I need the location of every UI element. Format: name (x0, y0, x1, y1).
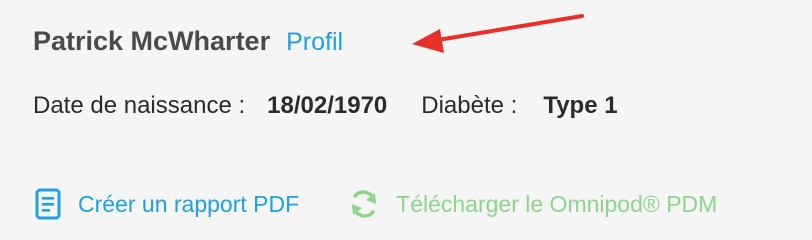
diabetes-label: Diabète : (421, 92, 518, 119)
profile-link[interactable]: Profil (286, 28, 343, 57)
create-pdf-report-label: Créer un rapport PDF (78, 190, 300, 217)
dob-value: 18/02/1970 (267, 92, 388, 119)
download-omnipod-pdm-button[interactable]: Télécharger le Omnipod® PDM (349, 188, 717, 220)
patient-name: Patrick McWharter (33, 26, 271, 56)
red-arrow-icon (412, 14, 584, 53)
patient-info: Date de naissance : 18/02/1970 Diabète :… (33, 92, 618, 120)
patient-header: Patrick McWharter Profil (33, 26, 343, 57)
dob-label: Date de naissance : (33, 92, 246, 119)
document-icon (35, 188, 61, 220)
download-omnipod-pdm-label: Télécharger le Omnipod® PDM (396, 190, 718, 217)
diabetes-value: Type 1 (543, 92, 618, 119)
actions-bar: Créer un rapport PDF Télécharger le Omni… (35, 188, 717, 220)
create-pdf-report-button[interactable]: Créer un rapport PDF (35, 188, 299, 220)
sync-icon (349, 188, 379, 220)
